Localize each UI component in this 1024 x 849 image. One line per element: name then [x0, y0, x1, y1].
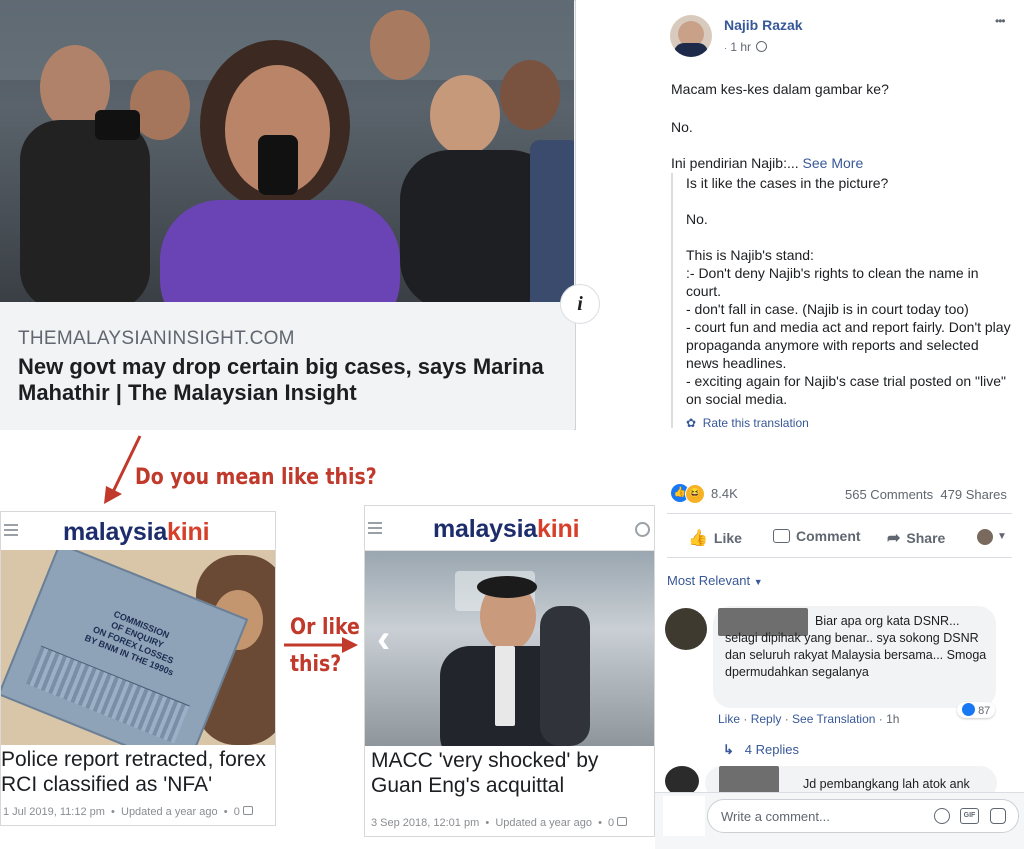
translation-line: Is it like the cases in the picture?: [686, 175, 889, 191]
preview-meta: THEMALAYSIANINSIGHT.COM New govt may dro…: [0, 302, 574, 430]
reply-arrow-icon: ↳: [723, 742, 734, 757]
see-more-link[interactable]: See More: [803, 155, 864, 171]
gear-icon: ✿: [686, 416, 697, 430]
speech-bubble-icon: [773, 529, 790, 543]
comment-icon: [617, 817, 628, 826]
malaysiakini-logo: malaysiakini: [63, 518, 210, 546]
translation-line: - court fun and media act and report fai…: [686, 319, 1011, 371]
comments-shares-count: 565 Comments 479 Shares: [845, 487, 1007, 502]
translation-line: :- Don't deny Najib's rights to clean th…: [686, 265, 979, 299]
comment-placeholder: Write a comment...: [721, 809, 830, 824]
info-icon[interactable]: i: [560, 284, 600, 324]
card-1-comment-count: 0: [233, 806, 240, 818]
post-timestamp[interactable]: · 1 hr: [724, 40, 768, 54]
post-line-3: Ini pendirian Najib:... See More: [671, 155, 864, 171]
comment-time[interactable]: 1h: [886, 712, 899, 726]
emoji-icon[interactable]: [934, 808, 950, 824]
menu-icon[interactable]: [368, 522, 382, 534]
card-2-meta: 3 Sep 2018, 12:01 pm • Updated a year ag…: [371, 817, 628, 829]
chevron-down-icon: ▼: [753, 577, 763, 587]
card-1-meta: 1 Jul 2019, 11:12 pm • Updated a year ag…: [3, 806, 253, 818]
translation-bar: [671, 173, 673, 428]
composer-avatar: [663, 796, 705, 836]
preview-photo: [0, 0, 574, 302]
comment-like-link[interactable]: Like: [718, 712, 740, 726]
translation-line: - don't fall in case. (Najib is in court…: [686, 301, 969, 317]
thumbs-up-icon: 👍: [688, 530, 708, 547]
see-translation-link[interactable]: See Translation: [792, 712, 875, 726]
card-2-updated: Updated a year ago: [495, 817, 592, 829]
malaysiakini-card-1[interactable]: malaysiakini COMMISSION OF ENQUIRY ON FO…: [0, 511, 276, 826]
annotation-question-1: Do you mean like this?: [135, 465, 377, 490]
annotation-arrow-right: [284, 637, 358, 653]
rate-translation-link[interactable]: ✿ Rate this translation: [686, 416, 809, 430]
malaysiakini-card-2[interactable]: malaysiakini ‹ MACC 'very shocked' by Gu…: [364, 505, 655, 837]
shares-count[interactable]: 479 Shares: [940, 487, 1007, 502]
translation-line: - exciting again for Najib's case trial …: [686, 373, 1006, 407]
search-icon[interactable]: [635, 522, 650, 537]
comment-actions: Like · Reply · See Translation · 1h: [718, 712, 900, 726]
reactions-count[interactable]: 8.4K: [711, 486, 738, 501]
sort-dropdown[interactable]: Most Relevant ▼: [667, 572, 763, 591]
card-2-comment-count: 0: [608, 817, 615, 829]
card-2-title[interactable]: MACC 'very shocked' by Guan Eng's acquit…: [371, 748, 654, 798]
like-button[interactable]: 👍 Like: [688, 528, 742, 548]
card-1-image: COMMISSION OF ENQUIRY ON FOREX LOSSES BY…: [1, 550, 275, 745]
chevron-down-icon[interactable]: ▼: [997, 531, 1007, 542]
malaysiakini-logo: malaysiakini: [433, 515, 580, 543]
comment-bubble: Biar apa org kata DSNR... selagi dipihak…: [713, 606, 996, 708]
preview-domain: THEMALAYSIANINSIGHT.COM: [18, 328, 295, 349]
divider: [667, 513, 1012, 514]
gif-icon[interactable]: GIF: [960, 808, 979, 824]
card-topbar: malaysiakini: [1, 512, 275, 551]
like-reaction-icon: [962, 703, 975, 716]
share-arrow-icon: ➦: [887, 530, 901, 547]
comment-reactions[interactable]: 87: [957, 702, 996, 718]
comment-reply-link[interactable]: Reply: [751, 712, 782, 726]
comment-text: Biar apa org kata DSNR... selagi dipihak…: [725, 614, 987, 679]
comment-button[interactable]: Comment: [773, 528, 861, 544]
facebook-post: Najib Razak · 1 hr ••• Macam kes-kes dal…: [655, 0, 1024, 849]
comment-icon: [242, 806, 253, 815]
haha-reaction-icon: 😆: [685, 484, 705, 504]
view-replies-link[interactable]: ↳ 4 Replies: [723, 742, 799, 758]
post-line-1: Macam kes-kes dalam gambar ke?: [671, 81, 889, 97]
preview-headline[interactable]: New govt may drop certain big cases, say…: [18, 354, 558, 406]
translation-line: No.: [686, 211, 708, 227]
comment-input[interactable]: Write a comment... GIF: [707, 799, 1019, 833]
card-topbar: malaysiakini: [365, 506, 654, 551]
comments-count[interactable]: 565 Comments: [845, 487, 933, 502]
author-avatar[interactable]: [670, 15, 712, 57]
card-2-image: ‹: [365, 551, 654, 746]
post-line-2: No.: [671, 119, 693, 135]
translation-line: This is Najib's stand:: [686, 247, 814, 263]
commenter-avatar[interactable]: [665, 608, 707, 650]
menu-icon[interactable]: [4, 524, 18, 536]
more-options-icon[interactable]: •••: [995, 14, 1006, 28]
card-1-date: 1 Jul 2019, 11:12 pm: [3, 806, 105, 818]
carousel-prev-icon[interactable]: ‹: [377, 619, 390, 659]
card-1-title[interactable]: Police report retracted, forex RCI class…: [1, 747, 275, 797]
author-name[interactable]: Najib Razak: [724, 17, 803, 33]
page-avatar-small[interactable]: [977, 529, 993, 545]
redacted-name: [719, 766, 779, 794]
globe-icon: [756, 41, 768, 52]
sticker-icon[interactable]: [990, 808, 1006, 824]
divider: [667, 557, 1012, 558]
link-preview-card[interactable]: THEMALAYSIANINSIGHT.COM New govt may dro…: [0, 0, 576, 430]
card-2-date: 3 Sep 2018, 12:01 pm: [371, 817, 480, 829]
share-button[interactable]: ➦ Share: [887, 528, 945, 548]
comment-text: Jd pembangkang lah atok ank: [803, 777, 970, 791]
card-1-updated: Updated a year ago: [121, 806, 218, 818]
translation-block: Is it like the cases in the picture? No.…: [686, 174, 1011, 408]
